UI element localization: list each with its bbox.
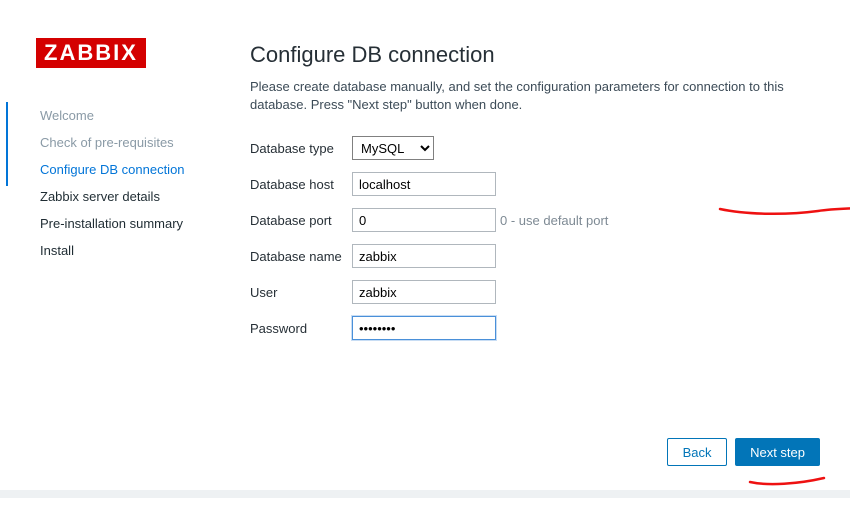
row-password: Password bbox=[250, 316, 820, 340]
row-db-name: Database name bbox=[250, 244, 820, 268]
page-intro: Please create database manually, and set… bbox=[250, 78, 820, 114]
back-button[interactable]: Back bbox=[667, 438, 727, 466]
step-welcome[interactable]: Welcome bbox=[40, 102, 230, 129]
input-db-host[interactable] bbox=[352, 172, 496, 196]
input-db-port[interactable] bbox=[352, 208, 496, 232]
main-panel: Configure DB connection Please create da… bbox=[230, 0, 850, 490]
label-db-name: Database name bbox=[250, 249, 352, 264]
logo: ZABBIX bbox=[36, 38, 146, 68]
row-db-type: Database type MySQL bbox=[250, 136, 820, 160]
step-summary[interactable]: Pre-installation summary bbox=[40, 210, 230, 237]
step-prerequisites[interactable]: Check of pre-requisites bbox=[40, 129, 230, 156]
row-db-port: Database port 0 - use default port bbox=[250, 208, 820, 232]
next-step-button[interactable]: Next step bbox=[735, 438, 820, 466]
input-user[interactable] bbox=[352, 280, 496, 304]
annotation-scribble-icon bbox=[748, 474, 826, 488]
input-db-name[interactable] bbox=[352, 244, 496, 268]
input-password[interactable] bbox=[352, 316, 496, 340]
step-db-connection[interactable]: Configure DB connection bbox=[40, 156, 230, 183]
step-install[interactable]: Install bbox=[40, 237, 230, 264]
hint-db-port: 0 - use default port bbox=[500, 213, 608, 228]
select-db-type[interactable]: MySQL bbox=[352, 136, 434, 160]
label-db-port: Database port bbox=[250, 213, 352, 228]
step-server-details[interactable]: Zabbix server details bbox=[40, 183, 230, 210]
row-user: User bbox=[250, 280, 820, 304]
label-user: User bbox=[250, 285, 352, 300]
footer-buttons: Back Next step bbox=[667, 438, 820, 466]
label-db-host: Database host bbox=[250, 177, 352, 192]
bottom-bar bbox=[0, 490, 850, 498]
step-list: Welcome Check of pre-requisites Configur… bbox=[0, 102, 230, 264]
sidebar: ZABBIX Welcome Check of pre-requisites C… bbox=[0, 0, 230, 490]
installer-layout: ZABBIX Welcome Check of pre-requisites C… bbox=[0, 0, 850, 490]
label-db-type: Database type bbox=[250, 141, 352, 156]
row-db-host: Database host bbox=[250, 172, 820, 196]
label-password: Password bbox=[250, 321, 352, 336]
page-title: Configure DB connection bbox=[250, 42, 820, 68]
